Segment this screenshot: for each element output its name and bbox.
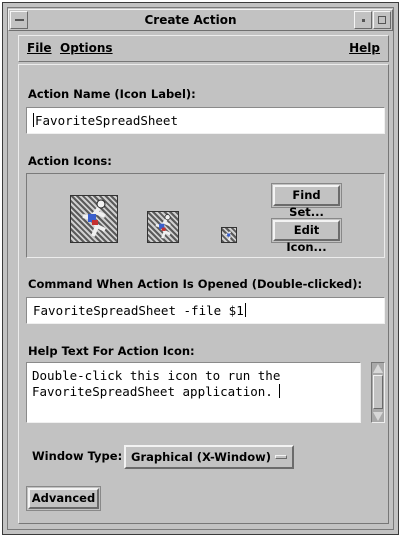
- action-name-value: FavoriteSpreadSheet: [35, 113, 178, 128]
- create-action-window: Create Action File Options Help Action N…: [2, 2, 399, 535]
- text-cursor: [33, 113, 34, 127]
- maximize-icon: [378, 16, 386, 24]
- edit-icon-frame: Edit Icon...: [271, 218, 342, 254]
- window-menu-button[interactable]: [10, 11, 28, 29]
- form-panel: Action Name (Icon Label): FavoriteSpread…: [18, 64, 389, 524]
- menu-file-label: File: [27, 41, 52, 55]
- menu-file[interactable]: File: [27, 41, 52, 55]
- action-icons-group: Find Set... Edit Icon...: [26, 173, 385, 258]
- runner-icon: [155, 214, 171, 239]
- menu-bar: File Options Help: [18, 35, 389, 62]
- action-name-label: Action Name (Icon Label):: [28, 87, 196, 101]
- help-text-line-2: FavoriteSpreadSheet application.: [32, 384, 273, 399]
- scroll-up-arrow-icon[interactable]: [373, 364, 383, 373]
- menu-options-label: Options: [60, 41, 113, 55]
- advanced-button[interactable]: Advanced: [28, 488, 99, 509]
- window-type-value: Graphical (X-Window): [131, 450, 272, 464]
- window-title: Create Action: [144, 13, 237, 27]
- help-text-scrollbar[interactable]: [371, 362, 385, 423]
- action-name-field[interactable]: FavoriteSpreadSheet: [26, 107, 385, 134]
- menu-options[interactable]: Options: [60, 41, 113, 55]
- edit-icon-button[interactable]: Edit Icon...: [273, 220, 340, 254]
- help-text-label: Help Text For Action Icon:: [28, 344, 195, 358]
- command-value: FavoriteSpreadSheet -file $1: [33, 303, 244, 318]
- runner-icon: [225, 231, 232, 241]
- advanced-frame: Advanced: [26, 486, 101, 511]
- command-label: Command When Action Is Opened (Double-cl…: [28, 277, 363, 291]
- find-set-frame: Find Set...: [271, 183, 342, 219]
- runner-icon-small[interactable]: [221, 227, 237, 243]
- minimize-button[interactable]: [354, 11, 372, 29]
- menu-help[interactable]: Help: [349, 41, 380, 55]
- text-cursor: [278, 384, 280, 398]
- window-type-label: Window Type:: [32, 449, 123, 463]
- command-field[interactable]: FavoriteSpreadSheet -file $1: [26, 297, 385, 324]
- menu-help-label: Help: [349, 41, 380, 55]
- runner-icon-medium[interactable]: [147, 211, 179, 243]
- find-set-button[interactable]: Find Set...: [273, 185, 340, 219]
- window-type-select[interactable]: Graphical (X-Window): [124, 445, 294, 469]
- minimize-icon: [362, 19, 365, 22]
- help-text-area[interactable]: Double-click this icon to run the Favori…: [26, 362, 361, 423]
- option-menu-indicator-icon: [275, 455, 287, 459]
- scroll-thumb[interactable]: [373, 375, 383, 409]
- runner-icon: [82, 199, 106, 237]
- window-menu-icon: [15, 19, 24, 21]
- scroll-down-arrow-icon[interactable]: [373, 412, 383, 421]
- title-bar[interactable]: Create Action: [8, 9, 393, 31]
- maximize-button[interactable]: [373, 11, 391, 29]
- text-cursor: [244, 303, 246, 317]
- runner-icon-large[interactable]: [70, 195, 118, 243]
- help-text-line-1: Double-click this icon to run the: [32, 368, 281, 383]
- action-icons-label: Action Icons:: [28, 154, 112, 168]
